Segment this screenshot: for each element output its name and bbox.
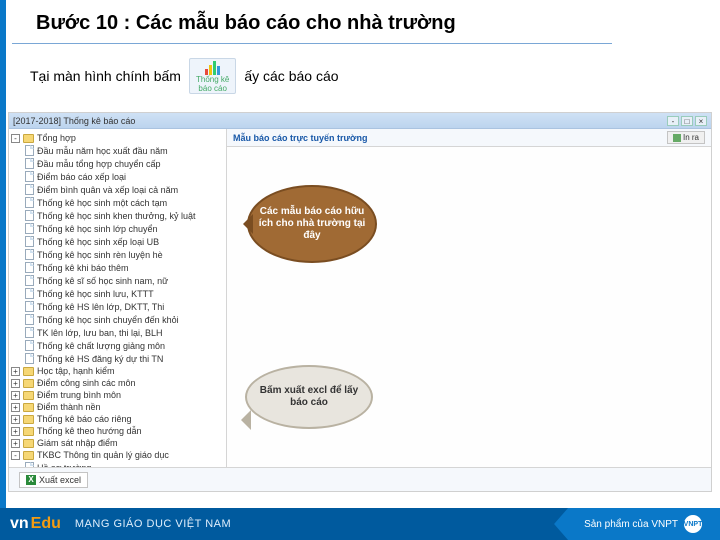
tree-item[interactable]: Thống kê HS đăng ký dự thi TN: [37, 354, 163, 364]
vnpt-logo-icon: VNPT: [684, 515, 702, 533]
tree-group[interactable]: Học tập, hạnh kiểm: [37, 366, 115, 376]
doc-icon: [25, 327, 34, 338]
collapse-icon[interactable]: -: [11, 134, 20, 143]
slide-footer: vnEdu MẠNG GIÁO DỤC VIỆT NAM Sản phẩm củ…: [0, 508, 720, 540]
thongke-label-2: báo cáo: [198, 84, 226, 93]
folder-icon: [23, 391, 34, 400]
tree-item[interactable]: Đầu mẫu tổng hợp chuyển cấp: [37, 159, 160, 169]
minimize-button[interactable]: -: [667, 116, 679, 126]
expand-icon[interactable]: +: [11, 415, 20, 424]
doc-icon: [25, 145, 34, 156]
tree-item[interactable]: Thống kê học sinh khen thưởng, kỷ luật: [37, 211, 196, 221]
thongke-label-1: Thống kê: [196, 75, 229, 84]
expand-icon[interactable]: +: [11, 427, 20, 436]
export-label: Xuất excel: [39, 475, 81, 485]
tree-group[interactable]: Điểm công sinh các môn: [37, 378, 136, 388]
doc-icon: [25, 197, 34, 208]
logo-vn: vn: [10, 515, 29, 533]
instruction-before: Tại màn hình chính bấm: [30, 68, 181, 84]
window-title: [2017-2018] Thống kê báo cáo: [13, 116, 135, 126]
folder-icon: [23, 134, 34, 143]
doc-icon: [25, 223, 34, 234]
expand-icon[interactable]: +: [11, 391, 20, 400]
footer-ribbon: Sản phẩm của VNPT VNPT: [554, 508, 720, 540]
tree-group[interactable]: Tổng hợp: [37, 133, 76, 143]
doc-icon: [25, 171, 34, 182]
footer-tagline: MẠNG GIÁO DỤC VIỆT NAM: [75, 518, 231, 530]
doc-icon: [25, 210, 34, 221]
folder-icon: [23, 379, 34, 388]
tree-group[interactable]: Điểm thành nền: [37, 402, 101, 412]
tree-item[interactable]: Thống kê chất lượng giảng môn: [37, 341, 165, 351]
thongke-baocao-button[interactable]: Thống kê báo cáo: [189, 58, 236, 94]
tree-item[interactable]: Thống kê học sinh lớp chuyển: [37, 224, 157, 234]
ribbon-text: Sản phẩm của VNPT: [584, 519, 678, 530]
doc-icon: [25, 184, 34, 195]
content-pane: Mẫu báo cáo trực tuyến trường In ra Các …: [227, 129, 711, 467]
expand-icon[interactable]: +: [11, 403, 20, 412]
expand-icon[interactable]: +: [11, 439, 20, 448]
tree-item[interactable]: Đầu mẫu năm học xuất đầu năm: [37, 146, 168, 156]
doc-icon: [25, 158, 34, 169]
folder-icon: [23, 415, 34, 424]
content-title: Mẫu báo cáo trực tuyến trường: [233, 133, 367, 143]
slide-title: Bước 10 : Các mẫu báo cáo cho nhà trường: [0, 0, 720, 43]
tree-group[interactable]: Điểm trung bình môn: [37, 390, 121, 400]
logo-edu: Edu: [31, 515, 61, 533]
tree-group[interactable]: TKBC Thông tin quản lý giáo dục: [37, 450, 169, 460]
callout-text-2: Bấm xuất excl để lấy báo cáo: [247, 385, 371, 409]
tree-item[interactable]: Thống kê học sinh rèn luyện hè: [37, 250, 163, 260]
report-tree: - Tổng hợp Đầu mẫu năm học xuất đầu năm Đ…: [9, 129, 227, 467]
instruction-after: ấy các báo cáo: [244, 68, 338, 84]
doc-icon: [25, 236, 34, 247]
app-window-screenshot: [2017-2018] Thống kê báo cáo - □ × - Tổng…: [8, 112, 712, 492]
callout-bubble-1: Các mẫu báo cáo hữu ích cho nhà trường t…: [247, 185, 377, 263]
doc-icon: [25, 353, 34, 364]
folder-icon: [23, 427, 34, 436]
doc-icon: [25, 340, 34, 351]
content-header: Mẫu báo cáo trực tuyến trường In ra: [227, 129, 711, 147]
expand-icon[interactable]: +: [11, 379, 20, 388]
tree-item[interactable]: Thống kê học sinh lưu, KTTT: [37, 289, 154, 299]
tree-item[interactable]: Thống kê học sinh xếp loại UB: [37, 237, 159, 247]
doc-icon: [25, 249, 34, 260]
export-excel-button[interactable]: X Xuất excel: [19, 472, 88, 488]
tree-item[interactable]: Thống kê sĩ số học sinh nam, nữ: [37, 276, 168, 286]
bar-chart-icon: [205, 61, 220, 75]
tree-group[interactable]: Thống kê theo hướng dẫn: [37, 426, 142, 436]
maximize-button[interactable]: □: [681, 116, 693, 126]
close-button[interactable]: ×: [695, 116, 707, 126]
doc-icon: [25, 275, 34, 286]
collapse-icon[interactable]: -: [11, 451, 20, 460]
vnedu-logo: vnEdu: [0, 515, 61, 533]
tree-item[interactable]: Thống kê học sinh một cách tạm: [37, 198, 167, 208]
printer-icon: [673, 134, 681, 142]
excel-icon: X: [26, 475, 36, 485]
tree-item[interactable]: TK lên lớp, lưu ban, thi lại, BLH: [37, 328, 163, 338]
tree-group[interactable]: Giám sát nhập điểm: [37, 438, 118, 448]
tree-item[interactable]: Thống kê học sinh chuyển đến khỏi: [37, 315, 179, 325]
window-controls: - □ ×: [667, 116, 707, 126]
tree-item[interactable]: Thống kê HS lên lớp, DKTT, Thi: [37, 302, 164, 312]
tree-item[interactable]: Thống kê khi báo thêm: [37, 263, 129, 273]
tree-group[interactable]: Thống kê báo cáo riêng: [37, 414, 132, 424]
callout-text-1: Các mẫu báo cáo hữu ích cho nhà trường t…: [249, 206, 375, 242]
folder-icon: [23, 439, 34, 448]
folder-icon: [23, 367, 34, 376]
folder-icon: [23, 403, 34, 412]
doc-icon: [25, 314, 34, 325]
folder-icon: [23, 451, 34, 460]
print-button[interactable]: In ra: [667, 131, 705, 144]
doc-icon: [25, 301, 34, 312]
left-accent-bar: [0, 0, 6, 508]
window-bottombar: X Xuất excel: [9, 467, 711, 491]
tree-item[interactable]: Điểm bình quân và xếp loại cả năm: [37, 185, 178, 195]
instruction-line: Tại màn hình chính bấm Thống kê báo cáo …: [0, 44, 720, 94]
window-titlebar: [2017-2018] Thống kê báo cáo - □ ×: [9, 113, 711, 129]
doc-icon: [25, 262, 34, 273]
callout-bubble-2: Bấm xuất excl để lấy báo cáo: [245, 365, 373, 429]
expand-icon[interactable]: +: [11, 367, 20, 376]
doc-icon: [25, 288, 34, 299]
tree-item[interactable]: Điểm báo cáo xếp loại: [37, 172, 126, 182]
